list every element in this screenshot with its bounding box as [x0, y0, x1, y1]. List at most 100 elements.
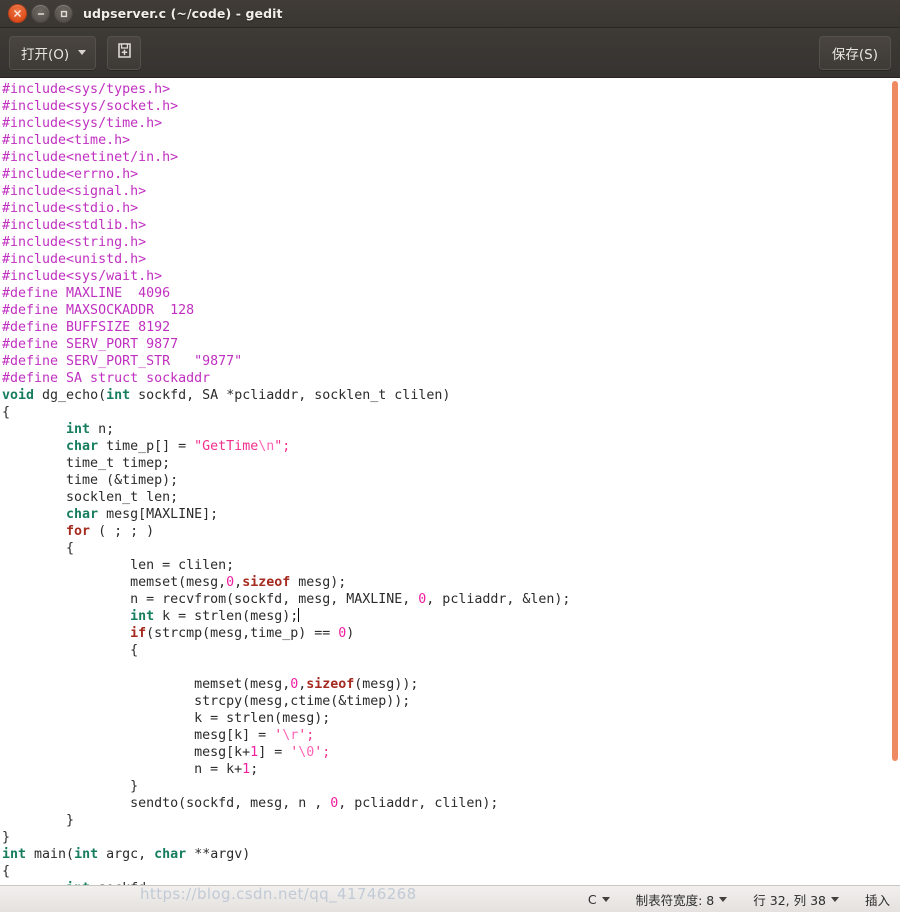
code-token: (strcmp(mesg,time_p) ==	[146, 626, 339, 641]
code-token: 1	[242, 762, 251, 777]
code-line: #include<sys/types.h>	[2, 81, 900, 98]
code-line: strcpy(mesg,ctime(&timep));	[2, 693, 900, 710]
code-token: #include<unistd.h>	[2, 252, 147, 267]
tab-width-label: 制表符宽度: 8	[635, 892, 715, 908]
code-token: \0	[298, 745, 315, 760]
code-token: #include<sys/socket.h>	[2, 99, 179, 114]
code-token: char	[66, 507, 99, 522]
code-line: #define SA struct sockaddr	[2, 370, 900, 387]
code-token: time_t timep;	[2, 456, 171, 471]
code-line: #include<stdio.h>	[2, 200, 900, 217]
editor-area[interactable]: #include<sys/types.h> #include<sys/socket…	[0, 78, 900, 885]
code-line: #include<errno.h>	[2, 166, 900, 183]
code-token: int	[106, 388, 131, 403]
save-button[interactable]: 保存(S)	[818, 35, 891, 70]
code-token: \n	[258, 439, 275, 454]
code-token: #include<sys/types.h>	[2, 82, 171, 97]
code-token: n;	[90, 422, 115, 437]
code-token: mesg);	[290, 575, 347, 590]
code-token: mesg[MAXLINE];	[98, 507, 219, 522]
code-line: time_t timep;	[2, 455, 900, 472]
code-line: #define MAXSOCKADDR 128	[2, 302, 900, 319]
source-code-view[interactable]: #include<sys/types.h> #include<sys/socket…	[0, 78, 900, 885]
code-token: {	[2, 405, 11, 420]
vertical-scrollbar[interactable]	[889, 78, 900, 885]
code-token: "GetTime	[194, 439, 259, 454]
save-button-label: 保存(S)	[831, 46, 878, 63]
code-token: if	[130, 626, 147, 641]
code-line: int n;	[2, 421, 900, 438]
code-token: sendto(sockfd, mesg, n ,	[2, 796, 331, 811]
code-line: memset(mesg,0,sizeof(mesg));	[2, 676, 900, 693]
code-token: )	[346, 626, 355, 641]
code-token: len = clilen;	[2, 558, 235, 573]
code-line: k = strlen(mesg);	[2, 710, 900, 727]
code-token: }	[2, 779, 139, 794]
code-line: #include<stdlib.h>	[2, 217, 900, 234]
code-token: #include<sys/wait.h>	[2, 269, 163, 284]
code-line: char time_p[] = "GetTime\n";	[2, 438, 900, 455]
insert-mode-indicator[interactable]: 插入	[865, 890, 890, 909]
maximize-icon[interactable]	[54, 4, 73, 23]
chevron-down-icon	[78, 50, 87, 55]
code-token: {	[2, 541, 75, 556]
new-document-button[interactable]	[107, 35, 142, 70]
code-token: k = strlen(mesg);	[2, 711, 331, 726]
minimize-icon[interactable]	[31, 4, 50, 23]
code-line: #include<string.h>	[2, 234, 900, 251]
code-token: #include<stdlib.h>	[2, 218, 147, 233]
code-token: {	[2, 864, 11, 879]
code-line: len = clilen;	[2, 557, 900, 574]
code-token: n = k+	[2, 762, 243, 777]
code-token: sizeof	[242, 575, 291, 590]
code-token: ';	[314, 745, 331, 760]
code-line: int k = strlen(mesg);	[2, 608, 900, 625]
open-button[interactable]: 打开(O)	[9, 35, 97, 70]
code-token: '	[274, 728, 283, 743]
tab-width-selector[interactable]: 制表符宽度: 8	[636, 890, 728, 909]
code-token: {	[2, 643, 139, 658]
code-token: #include<stdio.h>	[2, 201, 139, 216]
code-token: ( ; ; )	[90, 524, 155, 539]
close-icon[interactable]	[8, 4, 27, 23]
code-line: #include<sys/socket.h>	[2, 98, 900, 115]
language-selector[interactable]: C	[588, 892, 610, 907]
code-token: #define SA struct sockaddr	[2, 371, 211, 386]
code-token: mesg[k] =	[2, 728, 275, 743]
code-token: #include<signal.h>	[2, 184, 147, 199]
window-title: udpserver.c (~/code) - gedit	[83, 6, 283, 21]
toolbar: 打开(O) 保存(S)	[0, 28, 900, 78]
code-line: time (&timep);	[2, 472, 900, 489]
code-line: #define MAXLINE 4096	[2, 285, 900, 302]
code-token: int	[74, 847, 99, 862]
code-token: 1	[250, 745, 259, 760]
code-line: #define SERV_PORT 9877	[2, 336, 900, 353]
code-token: , pcliaddr, &len);	[426, 592, 571, 607]
code-token: #define BUFFSIZE 8192	[2, 320, 171, 335]
language-label: C	[587, 891, 597, 907]
code-token: ,	[234, 575, 243, 590]
code-token: , pcliaddr, clilen);	[338, 796, 499, 811]
code-token: #define MAXSOCKADDR 128	[2, 303, 195, 318]
new-document-icon	[116, 42, 133, 63]
watermark-text: https://blog.csdn.net/qq_41746268	[140, 885, 417, 903]
code-token: #include<sys/time.h>	[2, 116, 163, 131]
code-line: mesg[k+1] = '\0';	[2, 744, 900, 761]
code-token: strcpy(mesg,ctime(&timep));	[2, 694, 411, 709]
code-token: void	[2, 388, 35, 403]
code-token: ';	[298, 728, 315, 743]
code-line: #define SERV_PORT_STR "9877"	[2, 353, 900, 370]
code-token: char	[154, 847, 187, 862]
code-token: #define SERV_PORT 9877	[2, 337, 179, 352]
code-token: main(	[26, 847, 75, 862]
scrollbar-thumb[interactable]	[892, 81, 898, 761]
code-token: for	[66, 524, 91, 539]
code-line: void dg_echo(int sockfd, SA *pcliaddr, s…	[2, 387, 900, 404]
code-line: }	[2, 829, 900, 846]
code-token: }	[2, 830, 11, 845]
cursor-position[interactable]: 行 32, 列 38	[753, 890, 839, 909]
